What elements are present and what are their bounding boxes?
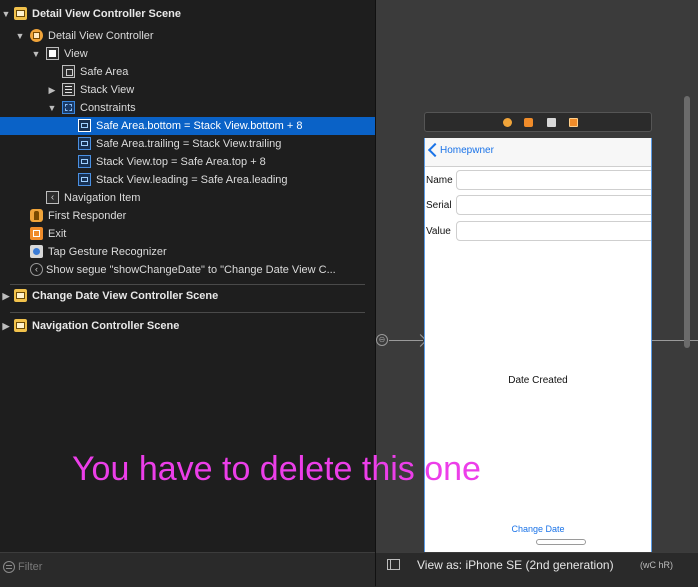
outline-row-navigation-scene[interactable]: ▶ Navigation Controller Scene [0, 317, 375, 335]
outline-row-label: Safe Area.bottom = Stack View.bottom + 8 [96, 120, 303, 132]
outline-row-stack-view[interactable]: ▶ Stack View [0, 81, 375, 99]
disclosure-collapsed-icon[interactable]: ▶ [1, 290, 11, 302]
gesture-recognizer-icon [30, 245, 43, 258]
outline-row-constraints[interactable]: ▼ Constraints [0, 99, 375, 117]
disclosure-collapsed-icon[interactable]: ▶ [1, 320, 11, 332]
value-field[interactable] [456, 221, 652, 241]
safe-area-icon [62, 65, 75, 78]
back-chevron-icon: ‹ [46, 191, 59, 204]
outline-row-label: First Responder [48, 210, 127, 222]
outline-row-tap-gesture[interactable]: Tap Gesture Recognizer [0, 243, 375, 261]
back-button[interactable]: Homepwner [440, 145, 494, 156]
outline-row-label: Safe Area [80, 66, 129, 78]
date-created-label: Date Created [508, 375, 568, 386]
constraint-icon [78, 119, 91, 132]
filter-icon[interactable] [3, 561, 15, 573]
segue-icon[interactable]: ⊖ [376, 334, 388, 346]
outline-row-label: Tap Gesture Recognizer [48, 246, 167, 258]
constraint-icon [78, 137, 91, 150]
scene-dock[interactable] [424, 112, 652, 132]
navigation-bar: Homepwner [424, 138, 652, 167]
gesture-recognizer-icon[interactable] [547, 118, 556, 127]
stack-view-icon [62, 83, 75, 96]
exit-icon[interactable] [569, 118, 578, 127]
view-controller-icon[interactable] [503, 118, 512, 127]
disclosure-expanded-icon[interactable]: ▼ [47, 102, 57, 114]
segue-icon: ‹ [30, 263, 43, 276]
exit-icon [30, 227, 43, 240]
value-label: Value [426, 226, 451, 237]
outline-row-label: Navigation Item [64, 192, 141, 204]
outline-row-change-date-scene[interactable]: ▶ Change Date View Controller Scene [0, 287, 375, 305]
outline-row-label: Safe Area.trailing = Stack View.trailing [96, 138, 282, 150]
constraints-group-icon [62, 101, 75, 114]
outline-row-label: Stack View [80, 84, 135, 96]
filter-bar [0, 552, 375, 587]
serial-label: Serial [426, 200, 452, 211]
outline-row-exit[interactable]: Exit [0, 225, 375, 243]
home-indicator [536, 539, 586, 545]
outline-row-label: Stack View.top = Safe Area.top + 8 [96, 156, 266, 168]
outline-row-segue[interactable]: ‹ Show segue "showChangeDate" to "Change… [0, 261, 375, 279]
size-class-label: (wC hR) [640, 560, 673, 570]
storyboard-scene-icon [14, 289, 27, 302]
outline-row-detail-vc[interactable]: ▼ Detail View Controller [0, 27, 375, 45]
storyboard-scene-icon [14, 319, 27, 332]
disclosure-collapsed-icon[interactable]: ▶ [47, 84, 57, 96]
outline-row-label: Change Date View Controller Scene [32, 290, 219, 302]
disclosure-expanded-icon[interactable]: ▼ [31, 48, 41, 60]
sidebar-toggle-icon[interactable] [387, 559, 400, 570]
device-selector[interactable]: View as: iPhone SE (2nd generation) [417, 558, 614, 572]
constraint-icon [78, 173, 91, 186]
view-controller-icon [30, 29, 43, 42]
outline-row-label: Constraints [80, 102, 136, 114]
scene-separator [10, 284, 365, 285]
outline-row-constraint-top[interactable]: Stack View.top = Safe Area.top + 8 [0, 153, 375, 171]
segue-connector[interactable] [652, 340, 698, 341]
name-label: Name [426, 175, 453, 186]
outline-row-safe-area[interactable]: Safe Area [0, 63, 375, 81]
name-field[interactable] [456, 170, 652, 190]
outline-row-constraint-bottom[interactable]: Safe Area.bottom = Stack View.bottom + 8 [0, 117, 375, 135]
outline-row-label: Show segue "showChangeDate" to "Change D… [46, 264, 336, 276]
serial-field[interactable] [456, 195, 652, 215]
first-responder-icon [30, 209, 43, 222]
outline-row-label: Navigation Controller Scene [32, 320, 180, 332]
canvas-scrollbar[interactable] [684, 96, 690, 348]
outline-row-label: Exit [48, 228, 67, 240]
outline-row-constraint-trailing[interactable]: Safe Area.trailing = Stack View.trailing [0, 135, 375, 153]
outline-row-label: Detail View Controller [48, 30, 154, 42]
annotation-text: You have to delete this one [72, 450, 481, 488]
constraint-icon [78, 155, 91, 168]
outline-row-navigation-item[interactable]: ‹ Navigation Item [0, 189, 375, 207]
filter-input[interactable] [18, 558, 358, 576]
disclosure-expanded-icon[interactable]: ▼ [1, 8, 11, 20]
outline-row-label: Detail View Controller Scene [32, 8, 181, 20]
storyboard-scene-icon [14, 7, 27, 20]
view-icon [46, 47, 59, 60]
outline-row-view[interactable]: ▼ View [0, 45, 375, 63]
outline-row-first-responder[interactable]: First Responder [0, 207, 375, 225]
outline-row-label: Stack View.leading = Safe Area.leading [96, 174, 288, 186]
outline-row-label: View [64, 48, 88, 60]
outline-row-detail-scene[interactable]: ▼ Detail View Controller Scene [0, 5, 375, 23]
disclosure-expanded-icon[interactable]: ▼ [15, 30, 25, 42]
change-date-button[interactable]: Change Date [424, 524, 652, 534]
detail-scene-preview[interactable]: Homepwner Name Serial Value Date Created… [424, 138, 652, 552]
outline-row-constraint-leading[interactable]: Stack View.leading = Safe Area.leading [0, 171, 375, 189]
first-responder-icon[interactable] [524, 118, 533, 127]
canvas-bottom-bar: View as: iPhone SE (2nd generation) (wC … [376, 552, 698, 587]
scene-separator [10, 312, 365, 313]
